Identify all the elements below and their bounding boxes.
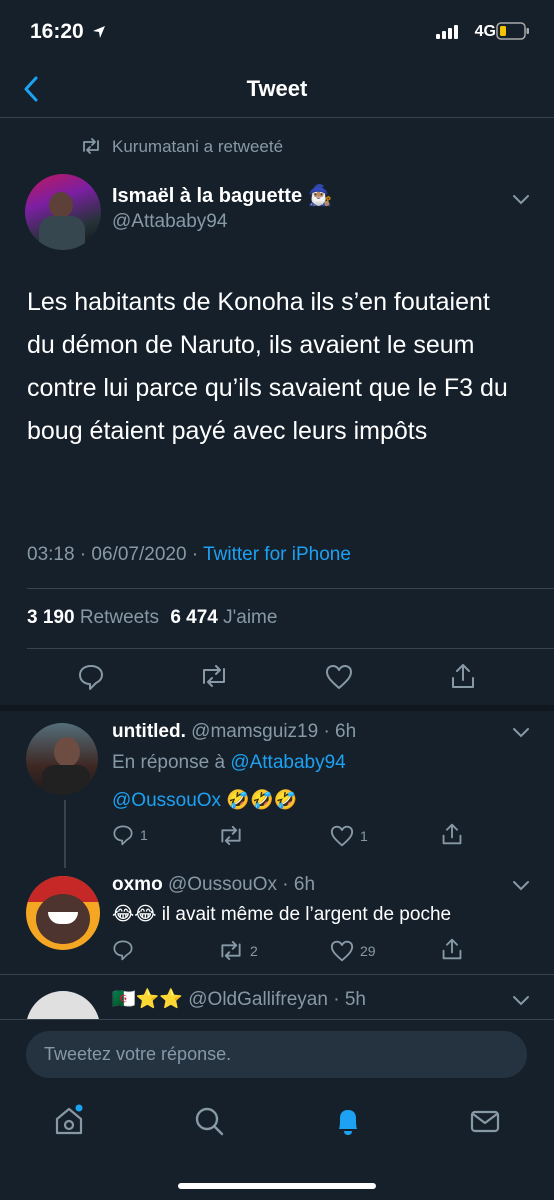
reply-partial: 🇩🇿⭐⭐ @OldGallifreyan · 5h	[0, 975, 554, 1019]
reply-header[interactable]: oxmo @OussouOx · 6h	[112, 874, 315, 896]
like-count: 1	[360, 828, 368, 844]
reply-header[interactable]: untitled. @mamsguiz19 · 6h	[112, 721, 356, 743]
thread-line	[64, 800, 66, 868]
section-divider	[0, 705, 554, 711]
reply-icon	[113, 940, 133, 961]
battery-icon	[496, 22, 529, 40]
tab-messages[interactable]	[468, 1104, 502, 1138]
divider	[0, 1019, 554, 1020]
retweets-count: 3 190	[27, 607, 75, 628]
chevron-down-icon[interactable]	[512, 727, 530, 739]
tweet-timestamp: 03:18 · 06/07/2020 ·	[27, 544, 204, 565]
notifications-icon	[339, 1110, 357, 1135]
reply-avatar[interactable]	[26, 876, 100, 950]
reply-emojis: 😂😂	[112, 904, 157, 925]
reply-button[interactable]: 1	[112, 824, 148, 846]
search-icon	[195, 1107, 224, 1136]
retweet-icon	[83, 138, 99, 154]
likes-count: 6 474	[170, 607, 218, 628]
retweet-button[interactable]	[218, 826, 250, 845]
reply-avatar[interactable]	[26, 723, 98, 795]
reply-author-name: oxmo	[112, 874, 163, 895]
reply-author-name: untitled.	[112, 721, 186, 742]
share-icon[interactable]	[450, 662, 476, 690]
reply-text: 😂😂 il avait même de l’argent de poche	[112, 904, 452, 925]
retweet-icon	[221, 826, 241, 845]
engagement-stats[interactable]: 3 190 Retweets 6 474 J'aime	[27, 607, 277, 629]
author-handle[interactable]: @Attababy94	[112, 211, 227, 233]
tab-search[interactable]	[192, 1104, 226, 1138]
tweet-source[interactable]: Twitter for iPhone	[203, 544, 351, 565]
reply-text: @OussouOx 🤣🤣🤣	[112, 788, 297, 812]
chevron-down-icon[interactable]	[512, 194, 530, 206]
divider	[27, 588, 554, 589]
network-label: 4G	[474, 23, 496, 40]
reply-emojis: 🤣🤣🤣	[226, 790, 298, 811]
retweet-context: Kurumatani a retweeté	[112, 137, 284, 156]
retweet-icon[interactable]	[199, 665, 229, 687]
reply-meta: @mamsguiz19 · 6h	[191, 721, 357, 742]
divider	[27, 648, 554, 649]
reply-meta: @OldGallifreyan · 5h	[188, 989, 366, 1010]
tab-home[interactable]	[52, 1104, 86, 1138]
reply-meta: @OussouOx · 6h	[167, 874, 316, 895]
chevron-down-icon[interactable]	[512, 995, 530, 1007]
chevron-down-icon[interactable]	[512, 880, 530, 892]
reply-placeholder: Tweetez votre réponse.	[44, 1044, 232, 1064]
retweet-icon	[221, 941, 241, 960]
share-icon[interactable]	[441, 822, 463, 846]
reply-count: 1	[140, 827, 148, 843]
like-button[interactable]: 29	[330, 940, 376, 962]
likes-label: J'aime	[223, 607, 278, 628]
header-divider	[0, 117, 554, 118]
like-count: 29	[360, 943, 376, 959]
retweets-label: Retweets	[79, 607, 160, 628]
reply-author-name: 🇩🇿⭐⭐	[112, 989, 183, 1010]
reply-icon	[113, 825, 133, 846]
reply-button[interactable]	[112, 939, 140, 961]
status-time: 16:20	[30, 20, 84, 43]
messages-icon	[470, 1110, 500, 1133]
reply-context: En réponse à @Attababy94	[112, 752, 346, 773]
reply-icon[interactable]	[78, 663, 104, 691]
author-emoji: 🧙🏽‍♂️	[307, 185, 333, 207]
tab-notifications[interactable]	[331, 1104, 365, 1138]
like-icon	[330, 940, 354, 962]
share-icon[interactable]	[441, 937, 463, 961]
like-button[interactable]: 1	[330, 825, 368, 847]
avatar[interactable]	[25, 174, 101, 250]
tweet-text: Les habitants de Konoha ils s’en foutaie…	[27, 288, 508, 445]
author-name[interactable]: Ismaël à la baguette 🧙🏽‍♂️	[112, 183, 333, 208]
like-icon	[330, 825, 354, 847]
retweet-count: 2	[250, 942, 258, 959]
like-icon[interactable]	[325, 664, 353, 690]
retweet-button[interactable]: 2	[218, 941, 258, 960]
signal-icon	[436, 25, 458, 39]
location-arrow-icon	[93, 26, 105, 38]
home-icon	[55, 1104, 83, 1135]
page-title: Tweet	[246, 76, 308, 101]
tweet-meta: 03:18 · 06/07/2020 · Twitter for iPhone	[27, 544, 351, 566]
reply-header[interactable]: 🇩🇿⭐⭐ @OldGallifreyan · 5h	[112, 987, 366, 1011]
reply-avatar[interactable]	[26, 991, 100, 1019]
home-indicator	[178, 1183, 376, 1189]
reply-to-link[interactable]: @Attababy94	[230, 752, 345, 773]
reply-input[interactable]: Tweetez votre réponse.	[26, 1031, 527, 1078]
mention-link[interactable]: @OussouOx	[112, 790, 221, 811]
